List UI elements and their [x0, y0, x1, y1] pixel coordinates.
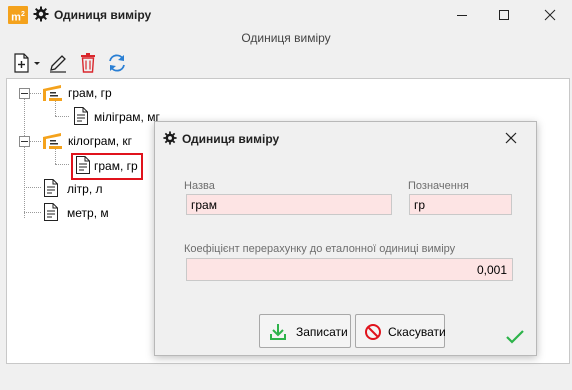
maximize-button[interactable]	[489, 4, 519, 26]
page-subtitle: Одиниця виміру	[241, 31, 331, 45]
name-label: Назва	[184, 180, 215, 192]
download-save-icon	[270, 324, 286, 340]
cancel-button-label: Скасувати	[388, 325, 446, 339]
tree-connector	[55, 116, 69, 117]
tree-item[interactable]: міліграм, мг	[94, 110, 160, 124]
tree-item[interactable]: літр, л	[67, 182, 103, 196]
tree-connector	[29, 141, 41, 142]
tree-connector	[55, 149, 56, 164]
document-icon	[74, 107, 88, 125]
document-icon	[44, 179, 58, 197]
tree-connector	[24, 212, 41, 213]
tree-connector	[29, 93, 41, 94]
designation-field[interactable]: гр	[409, 194, 512, 215]
close-window-button[interactable]	[535, 4, 565, 26]
tree-item[interactable]: грам, гр	[68, 86, 112, 100]
tree-connector	[24, 97, 25, 218]
app-logo-icon: m2	[8, 6, 28, 24]
tree-item[interactable]: кілограм, кг	[68, 134, 132, 148]
refresh-icon[interactable]	[106, 52, 128, 74]
new-document-icon[interactable]	[12, 52, 42, 74]
base-unit-icon	[43, 85, 62, 101]
collapse-toggle[interactable]	[19, 136, 30, 147]
save-button-label: Записати	[296, 325, 348, 339]
designation-label: Позначення	[408, 180, 469, 192]
edit-pencil-icon[interactable]	[47, 52, 69, 74]
status-strip	[0, 364, 572, 390]
document-icon	[44, 203, 58, 221]
save-button[interactable]: Записати	[259, 314, 351, 348]
tree-connector	[24, 187, 41, 188]
base-unit-icon	[43, 133, 62, 149]
window-title: Одиниця виміру	[54, 8, 152, 22]
gear-icon	[163, 131, 177, 145]
tree-item[interactable]: грам, гр	[94, 159, 138, 173]
delete-trash-icon[interactable]	[77, 52, 99, 74]
minimize-button[interactable]	[447, 4, 477, 26]
collapse-toggle[interactable]	[19, 88, 30, 99]
checkmark-icon	[506, 330, 524, 344]
cancel-button[interactable]: Скасувати	[355, 314, 446, 348]
cancel-circle-icon	[365, 324, 381, 340]
document-icon	[76, 156, 90, 174]
gear-icon	[33, 6, 49, 22]
close-dialog-icon[interactable]	[503, 130, 519, 146]
coefficient-field[interactable]: 0,001	[186, 258, 513, 281]
unit-dialog: Одиниця виміру Назва грам Позначення гр …	[154, 121, 537, 356]
tree-item[interactable]: метр, м	[67, 206, 109, 220]
name-field[interactable]: грам	[186, 194, 392, 215]
coefficient-label: Коефіцієнт перерахунку до еталонної один…	[184, 243, 456, 255]
dialog-title: Одиниця виміру	[182, 132, 280, 146]
tree-connector	[55, 164, 69, 165]
tree-connector	[55, 101, 56, 116]
